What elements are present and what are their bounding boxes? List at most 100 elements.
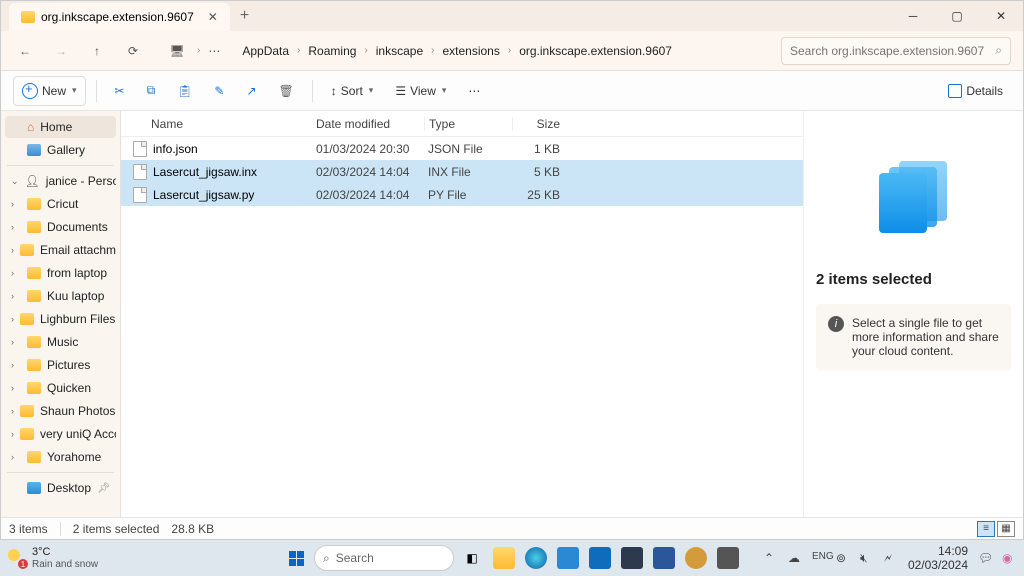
chevron-right-icon[interactable]: › — [11, 268, 21, 278]
details-toggle[interactable]: Details — [940, 76, 1011, 106]
outlook-taskbar-icon[interactable] — [586, 544, 614, 572]
word-taskbar-icon[interactable] — [650, 544, 678, 572]
taskbar-search[interactable]: ⌕ Search — [314, 545, 454, 571]
col-date[interactable]: Date modified — [316, 117, 424, 131]
sidebar-home[interactable]: ⌂ Home — [5, 116, 116, 138]
sidebar-folder[interactable]: ›from laptop — [5, 262, 116, 284]
col-size[interactable]: Size — [512, 117, 568, 131]
sidebar-folder[interactable]: ›Shaun Photos — [5, 400, 116, 422]
folder-icon — [27, 290, 41, 302]
clock[interactable]: 14:09 02/03/2024 — [908, 544, 968, 573]
onedrive-icon[interactable]: ☁ — [788, 551, 802, 565]
col-name[interactable]: Name — [121, 117, 316, 131]
close-tab-icon[interactable]: ✕ — [208, 10, 218, 24]
sidebar-folder[interactable]: ›very uniQ Acco — [5, 423, 116, 445]
new-tab-button[interactable]: + — [240, 7, 249, 25]
weather-widget[interactable]: 1 3°C Rain and snow — [8, 546, 98, 569]
refresh-button[interactable]: ⟳ — [117, 35, 149, 67]
sidebar-folder[interactable]: ›Lighburn Files — [5, 308, 116, 330]
explorer-taskbar-icon[interactable] — [490, 544, 518, 572]
breadcrumb: AppData›Roaming›inkscape›extensions›org.… — [236, 40, 777, 62]
battery-icon[interactable]: 🗲 — [884, 551, 898, 565]
chevron-right-icon[interactable]: › — [11, 383, 21, 393]
breadcrumb-item[interactable]: AppData — [236, 40, 295, 62]
copy-button[interactable]: ⧉ — [139, 76, 164, 106]
up-button[interactable]: ↑ — [81, 35, 113, 67]
sidebar-folder[interactable]: ›Kuu laptop — [5, 285, 116, 307]
sort-button[interactable]: ↕ Sort ▾ — [323, 76, 382, 106]
wifi-icon[interactable]: ⊚ — [836, 551, 850, 565]
new-button[interactable]: New ▾ — [13, 76, 86, 106]
file-row[interactable]: info.json01/03/2024 20:30JSON File1 KB — [121, 137, 803, 160]
window-tab[interactable]: org.inkscape.extension.9607 ✕ — [9, 3, 230, 31]
forward-button[interactable]: → — [45, 35, 77, 67]
chevron-right-icon[interactable]: › — [11, 291, 21, 301]
overflow-icon[interactable]: ⋯ — [204, 35, 224, 67]
tray-chevron-icon[interactable]: ⌃ — [764, 551, 778, 565]
folder-icon — [20, 405, 34, 417]
sidebar-folder[interactable]: ›Quicken — [5, 377, 116, 399]
delete-button[interactable]: 🗑︎ — [271, 76, 302, 106]
sidebar-folder[interactable]: ›Documents — [5, 216, 116, 238]
icons-view-toggle[interactable]: ▦ — [997, 521, 1015, 537]
chevron-right-icon[interactable]: › — [11, 429, 14, 439]
task-view-button[interactable]: ◧ — [458, 544, 486, 572]
search-box[interactable]: ⌕ — [781, 37, 1011, 65]
sidebar-gallery[interactable]: Gallery — [5, 139, 116, 161]
pin-icon[interactable]: 📌︎ — [97, 483, 110, 494]
breadcrumb-item[interactable]: org.inkscape.extension.9607 — [513, 40, 678, 62]
sidebar-user[interactable]: ⌄ 👤︎ janice - Personal — [5, 170, 116, 192]
breadcrumb-item[interactable]: extensions — [436, 40, 505, 62]
chevron-right-icon[interactable]: › — [11, 222, 21, 232]
file-row[interactable]: Lasercut_jigsaw.inx02/03/2024 14:04INX F… — [121, 160, 803, 183]
pc-icon[interactable]: 🖥︎ — [161, 35, 193, 67]
file-row[interactable]: Lasercut_jigsaw.py02/03/2024 14:04PY Fil… — [121, 183, 803, 206]
rename-button[interactable]: ✎ — [206, 76, 232, 106]
content-area: ⌂ Home Gallery ⌄ 👤︎ janice - Personal ›C… — [1, 111, 1023, 517]
command-toolbar: New ▾ ✂︎ ⧉ 📋︎ ✎ ↗ 🗑︎ ↕ Sort ▾ ☰ View ▾ ⋯… — [1, 71, 1023, 111]
chevron-right-icon[interactable]: › — [11, 360, 21, 370]
sidebar-folder[interactable]: ›Yorahome — [5, 446, 116, 468]
chevron-right-icon[interactable]: › — [11, 314, 14, 324]
cut-button[interactable]: ✂︎ — [107, 76, 133, 106]
minimize-button[interactable]: ─ — [891, 1, 935, 31]
nav-toolbar: ← → ↑ ⟳ 🖥︎ › ⋯ AppData›Roaming›inkscape›… — [1, 31, 1023, 71]
share-button[interactable]: ↗ — [238, 76, 264, 106]
start-button[interactable] — [282, 544, 310, 572]
maximize-button[interactable]: ▢ — [935, 1, 979, 31]
person-icon: 👤︎ — [25, 174, 40, 188]
notifications-icon[interactable]: 💬︎ — [978, 551, 992, 565]
breadcrumb-item[interactable]: inkscape — [370, 40, 429, 62]
app1-taskbar-icon[interactable] — [554, 544, 582, 572]
chevron-right-icon[interactable]: › — [11, 245, 14, 255]
details-view-toggle[interactable]: ≡ — [977, 521, 995, 537]
sort-icon: ↕ — [331, 84, 337, 98]
paste-button[interactable]: 📋︎ — [169, 76, 200, 106]
folder-icon — [27, 198, 41, 210]
back-button[interactable]: ← — [9, 35, 41, 67]
chevron-right-icon[interactable]: › — [11, 452, 21, 462]
chevron-right-icon[interactable]: › — [11, 337, 21, 347]
app2-taskbar-icon[interactable] — [682, 544, 710, 572]
chevron-right-icon[interactable]: › — [11, 406, 14, 416]
close-button[interactable]: ✕ — [979, 1, 1023, 31]
language-icon[interactable]: ENG — [812, 551, 826, 565]
view-button[interactable]: ☰ View ▾ — [387, 76, 454, 106]
volume-icon[interactable]: 🔇︎ — [860, 551, 874, 565]
store-taskbar-icon[interactable] — [618, 544, 646, 572]
details-message: i Select a single file to get more infor… — [816, 304, 1011, 370]
sidebar-folder[interactable]: ›Cricut — [5, 193, 116, 215]
sidebar-desktop[interactable]: Desktop 📌︎ — [5, 477, 116, 499]
more-button[interactable]: ⋯ — [460, 76, 488, 106]
chevron-right-icon[interactable]: › — [11, 199, 21, 209]
chevron-down-icon[interactable]: ⌄ — [11, 176, 19, 187]
copilot-icon[interactable]: ◉ — [1002, 551, 1016, 565]
edge-taskbar-icon[interactable] — [522, 544, 550, 572]
breadcrumb-item[interactable]: Roaming — [302, 40, 362, 62]
app3-taskbar-icon[interactable] — [714, 544, 742, 572]
sidebar-folder[interactable]: ›Email attachm — [5, 239, 116, 261]
search-input[interactable] — [790, 44, 995, 58]
sidebar-folder[interactable]: ›Music — [5, 331, 116, 353]
sidebar-folder[interactable]: ›Pictures — [5, 354, 116, 376]
col-type[interactable]: Type — [424, 117, 512, 131]
